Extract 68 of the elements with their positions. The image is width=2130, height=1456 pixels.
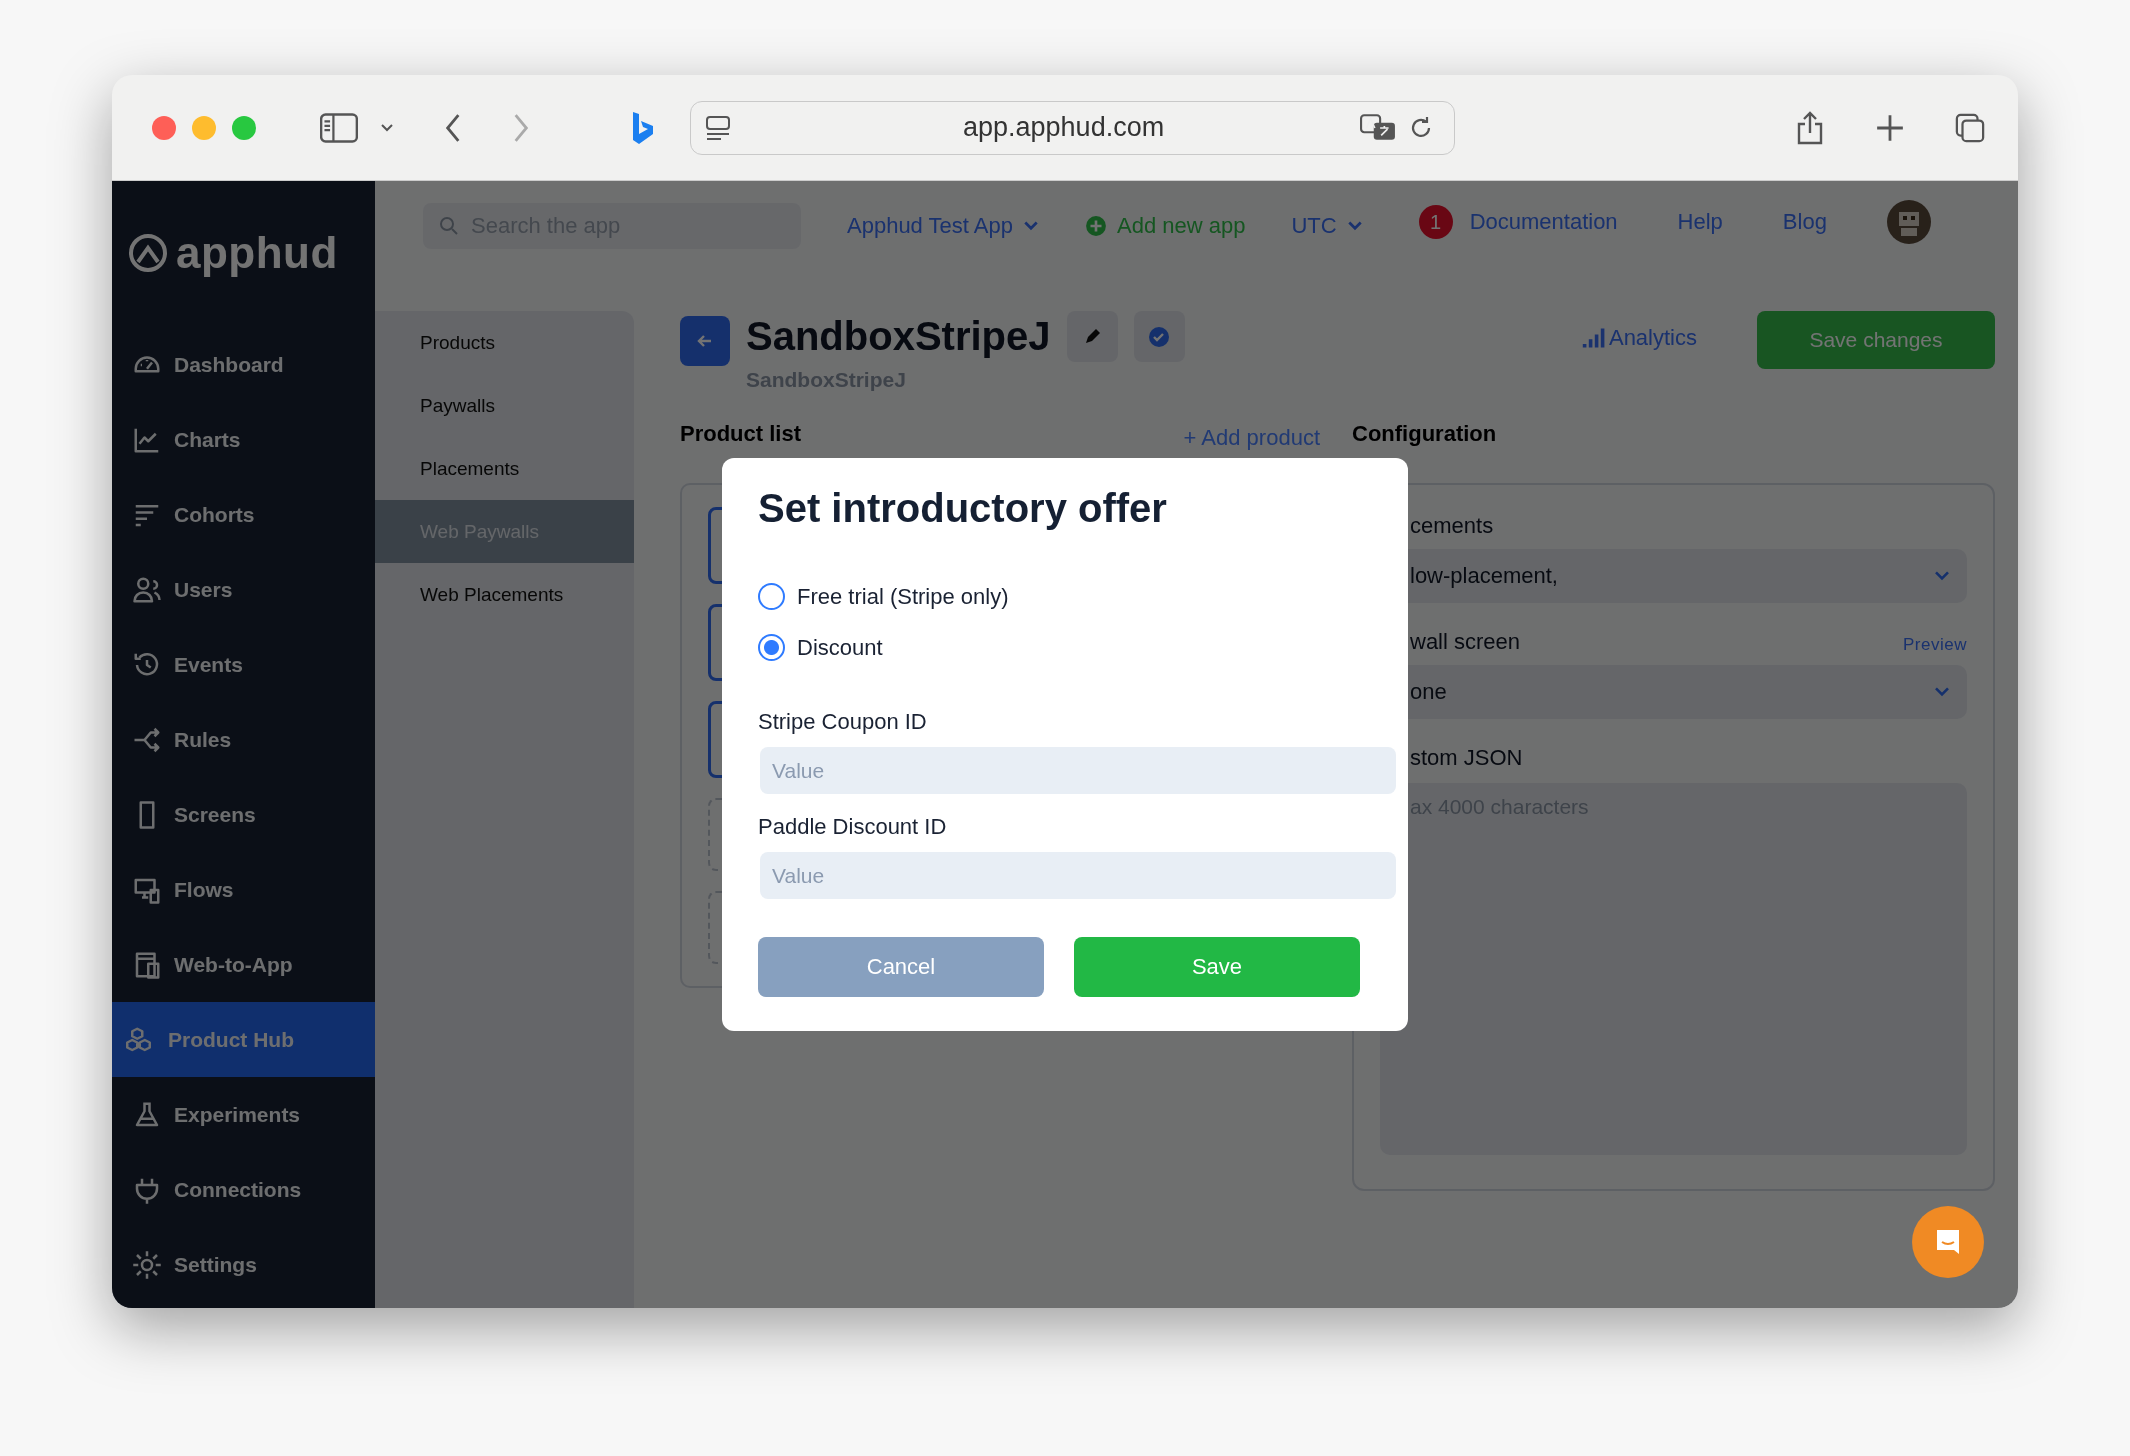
preview-link[interactable]: Preview	[1903, 635, 1967, 655]
analytics-link[interactable]: Analytics	[1580, 325, 1697, 351]
sidebar-item[interactable]: Connections	[112, 1152, 375, 1227]
plus-circle-icon	[1084, 215, 1107, 237]
avatar[interactable]	[1886, 200, 1931, 244]
field-label: stom JSON	[1410, 745, 1523, 771]
subnav-item[interactable]: Paywalls	[375, 374, 634, 437]
section-title: Configuration	[1352, 421, 1498, 448]
field-label: Paddle Discount ID	[758, 814, 948, 840]
chevron-down-icon	[1346, 220, 1363, 232]
sidebar-item[interactable]: Users	[112, 552, 375, 627]
url-text: app.apphud.com	[963, 112, 1165, 143]
nav-link[interactable]: Blog	[1782, 209, 1827, 235]
sidebar-item[interactable]: Flows	[112, 852, 375, 927]
cancel-button[interactable]: Cancel	[758, 937, 1044, 997]
sidebar-item[interactable]: Charts	[112, 402, 375, 477]
field-label: Stripe Coupon ID	[758, 709, 928, 735]
app-selector[interactable]: Apphud Test App	[847, 213, 1039, 239]
sidebar-item[interactable]: Experiments	[112, 1077, 375, 1152]
subnav-item[interactable]: Web Placements	[375, 563, 634, 626]
input-field[interactable]: Value	[760, 852, 1396, 899]
b-logo-icon[interactable]	[630, 110, 654, 145]
nav-link[interactable]: Documentation	[1469, 209, 1618, 235]
logo-text: apphud	[176, 231, 338, 275]
section-title: Product list	[680, 421, 801, 448]
paywall-title: SandboxStripeJ	[746, 314, 1051, 359]
chevron-down-icon	[1933, 570, 1951, 582]
sidebar-toggle-icon[interactable]	[320, 112, 358, 143]
subnav-item[interactable]: Products	[375, 311, 634, 374]
logo-icon	[128, 233, 168, 273]
sidebar-item[interactable]: Web-to-App	[112, 927, 375, 1002]
sidebar-item[interactable]: Events	[112, 627, 375, 702]
radio-option[interactable]: Discount	[758, 634, 1372, 661]
address-bar[interactable]: app.apphud.com	[690, 100, 1455, 155]
back-icon[interactable]	[444, 112, 462, 143]
page-menu-icon[interactable]	[705, 114, 731, 141]
save-changes-button[interactable]: Save changes	[1757, 311, 1995, 369]
notification-badge[interactable]: 1	[1418, 205, 1453, 239]
check-circle-icon	[1148, 325, 1170, 348]
sidebar-item[interactable]: Product Hub	[112, 1002, 375, 1077]
translate-icon[interactable]	[1360, 113, 1396, 142]
chevron-down-icon	[1933, 686, 1951, 698]
sidebar-item[interactable]: Cohorts	[112, 477, 375, 552]
sidebar-item[interactable]: Screens	[112, 777, 375, 852]
field-label: cements	[1410, 513, 1494, 539]
nav-link[interactable]: Help	[1677, 209, 1723, 235]
sidebar-item[interactable]: Settings	[112, 1227, 375, 1302]
close-window-icon[interactable]	[152, 115, 176, 140]
check-button[interactable]	[1133, 311, 1185, 362]
chevron-down-icon[interactable]	[380, 122, 394, 133]
edit-button[interactable]	[1066, 311, 1118, 362]
search-icon	[439, 216, 459, 236]
chevron-down-icon	[1022, 220, 1039, 232]
field-label: wall screen	[1410, 629, 1521, 655]
back-button[interactable]	[680, 316, 730, 366]
radio-button[interactable]	[758, 634, 785, 661]
subnav-item[interactable]: Placements	[375, 437, 634, 500]
sidebar-item[interactable]: Dashboard	[112, 327, 375, 402]
bar-chart-icon	[1580, 326, 1605, 350]
radio-button[interactable]	[758, 583, 785, 610]
radio-option[interactable]: Free trial (Stripe only)	[758, 583, 1372, 610]
modal-title: Set introductory offer	[758, 486, 1168, 531]
share-icon[interactable]	[1795, 110, 1825, 145]
input-field[interactable]: Value	[760, 747, 1396, 794]
save-button[interactable]: Save	[1074, 937, 1360, 997]
timezone-selector[interactable]: UTC	[1291, 213, 1363, 239]
sidebar-item[interactable]: Rules	[112, 702, 375, 777]
add-product-link[interactable]: + Add product	[1183, 425, 1320, 451]
